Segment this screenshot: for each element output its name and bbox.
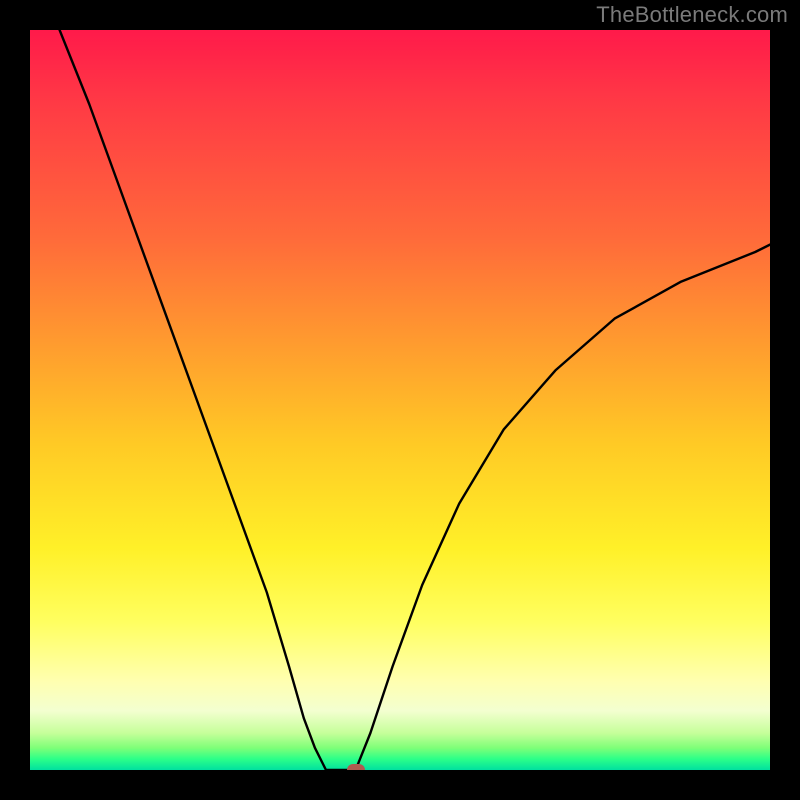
chart-frame: TheBottleneck.com bbox=[0, 0, 800, 800]
plot-area bbox=[30, 30, 770, 770]
minimum-marker bbox=[347, 764, 365, 770]
curve-svg bbox=[30, 30, 770, 770]
bottleneck-curve bbox=[60, 30, 770, 770]
watermark-text: TheBottleneck.com bbox=[596, 2, 788, 28]
